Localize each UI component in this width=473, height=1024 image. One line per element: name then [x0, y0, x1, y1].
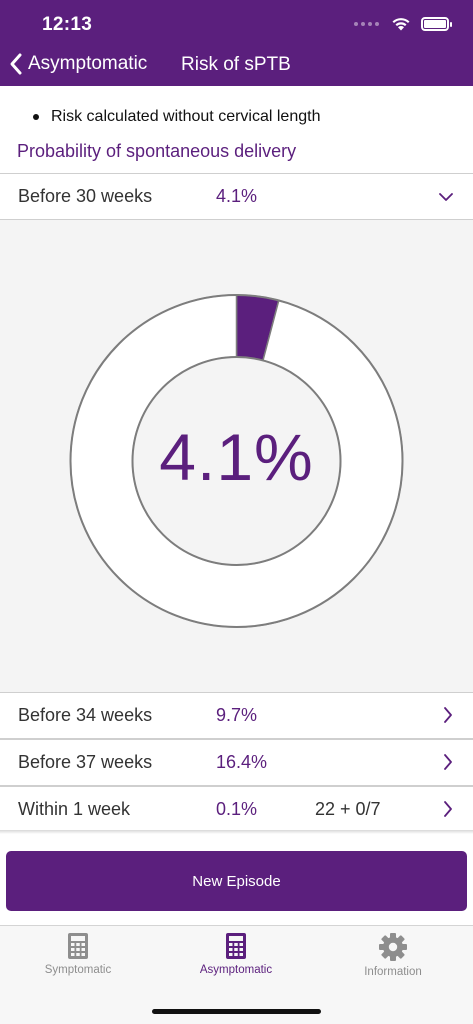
calculator-icon [68, 933, 88, 959]
app-screen: 12:13 Asymptomatic Risk of sPTB Risk cal… [0, 0, 473, 1024]
calculator-icon [226, 933, 246, 959]
tab-label: Symptomatic [44, 964, 112, 976]
row-label: Before 30 weeks [18, 186, 153, 206]
chevron-right-icon [444, 707, 452, 723]
home-indicator [152, 1009, 321, 1014]
tab-label: Asymptomatic [199, 964, 273, 976]
row-label: Before 34 weeks [18, 705, 153, 725]
status-icons [354, 16, 452, 31]
tab-label: Information [364, 966, 422, 978]
status-time: 12:13 [42, 14, 93, 35]
row-label: Within 1 week [18, 799, 131, 819]
battery-icon [421, 16, 452, 31]
section-title: Probability of spontaneous delivery [17, 141, 297, 161]
chevron-right-icon [444, 754, 452, 770]
row-value: 0.1% [216, 799, 258, 819]
selected-risk-row[interactable]: Before 30 weeks 4.1% [0, 173, 473, 220]
chevron-left-icon [10, 53, 22, 75]
risk-row-34-weeks[interactable]: Before 34 weeks 9.7% [0, 692, 473, 739]
new-episode-button[interactable]: New Episode [6, 851, 467, 911]
wifi-icon [392, 18, 410, 31]
chevron-right-icon [444, 801, 452, 817]
cellular-signal-icon [354, 21, 379, 26]
tab-asymptomatic[interactable]: Asymptomatic [166, 932, 306, 976]
gear-icon [379, 933, 407, 961]
note-text: Risk calculated without cervical length [51, 108, 321, 125]
back-button-label: Asymptomatic [28, 53, 148, 74]
donut-chart: 4.1% [0, 220, 473, 692]
row-value: 9.7% [216, 705, 258, 725]
navigation-header: 12:13 Asymptomatic Risk of sPTB [0, 0, 473, 86]
row-label: Before 37 weeks [18, 752, 153, 772]
tab-symptomatic[interactable]: Symptomatic [8, 932, 148, 976]
row-value: 4.1% [216, 186, 258, 206]
donut-center: 4.1% [0, 220, 473, 692]
tab-information[interactable]: Information [323, 932, 463, 978]
bullet-dot [33, 114, 39, 120]
risk-row-37-weeks[interactable]: Before 37 weeks 16.4% [0, 739, 473, 786]
divider [0, 830, 473, 834]
note-bullet: Risk calculated without cervical length [33, 108, 320, 126]
risk-row-within-1-week[interactable]: Within 1 week 0.1% 22 + 0/7 [0, 786, 473, 833]
donut-center-label: 4.1% [159, 420, 314, 494]
back-button[interactable]: Asymptomatic [8, 52, 147, 76]
row-value: 16.4% [216, 752, 268, 772]
row-extra: 22 + 0/7 [315, 799, 381, 819]
chevron-down-icon [439, 193, 453, 201]
page-title: Risk of sPTB [181, 54, 291, 75]
